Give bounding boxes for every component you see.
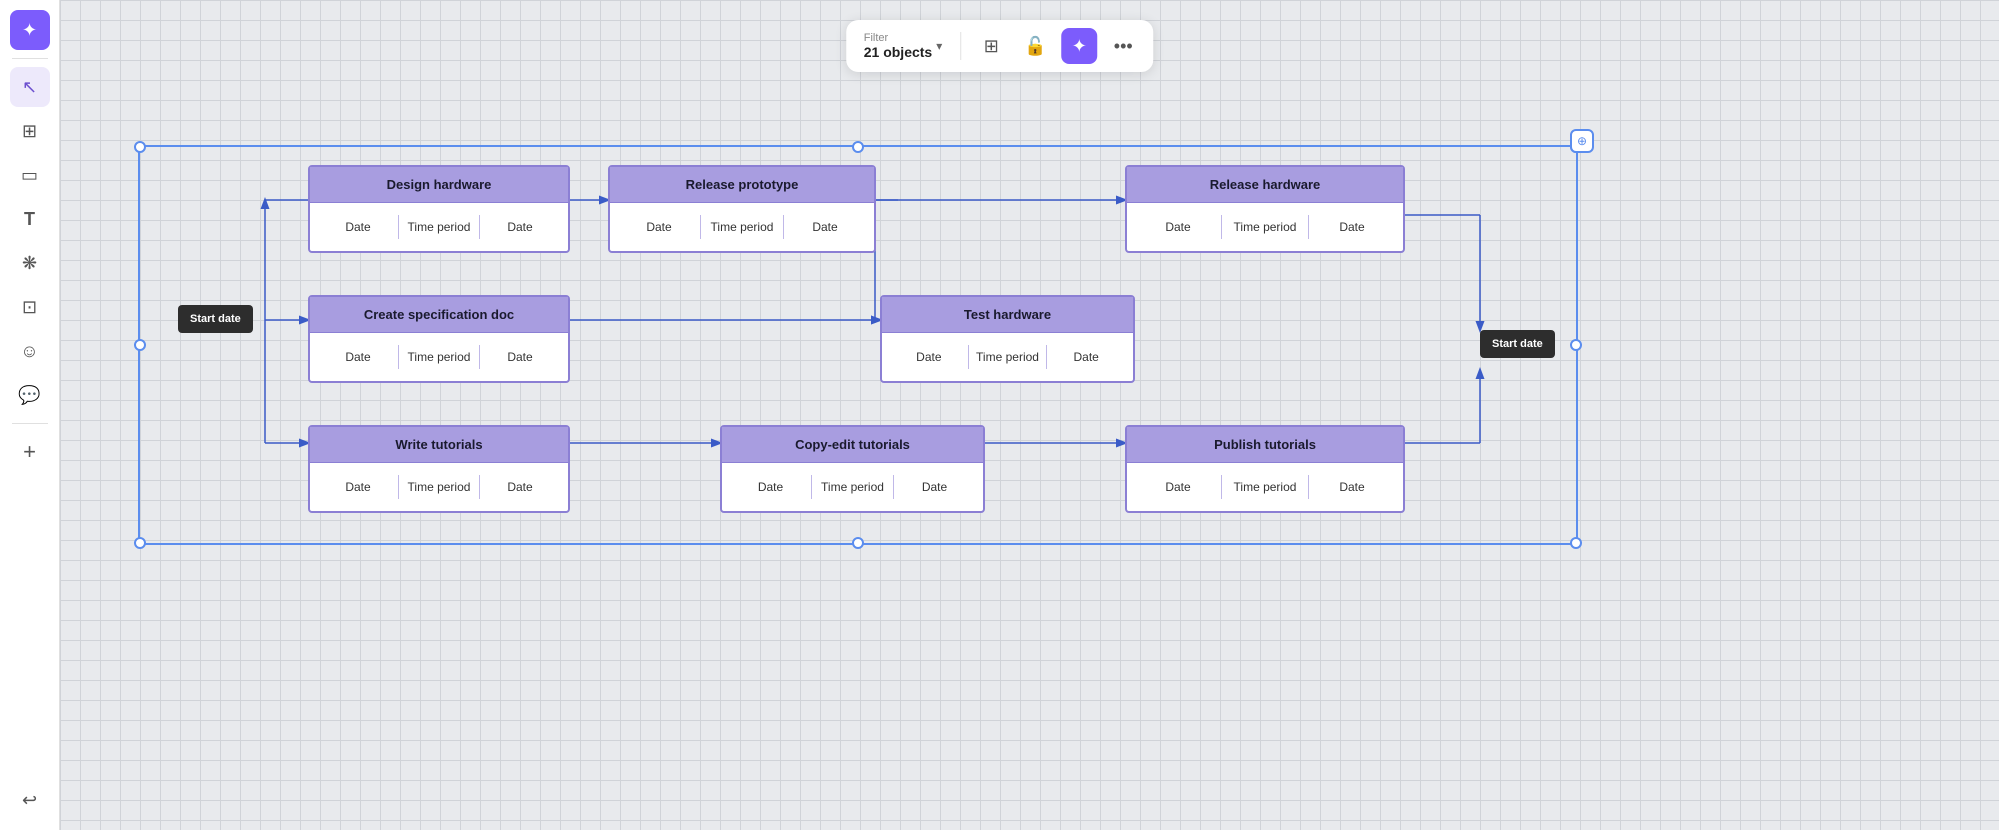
shapes-tool[interactable]: ❋: [10, 243, 50, 283]
left-toolbar: ✦ ↖ ⊞ ▭ T ❋ ⊡ ☺ 💬 + ↩: [0, 0, 60, 830]
design-hardware-period: Time period: [399, 216, 479, 238]
design-hardware-date2: Date: [480, 216, 560, 238]
release-prototype-date1: Date: [618, 216, 700, 238]
release-hardware-body: Date Time period Date: [1127, 203, 1403, 251]
test-hardware-box[interactable]: Test hardware Date Time period Date: [880, 295, 1135, 383]
release-hardware-box[interactable]: Release hardware Date Time period Date: [1125, 165, 1405, 253]
create-spec-box[interactable]: Create specification doc Date Time perio…: [308, 295, 570, 383]
write-tutorials-body: Date Time period Date: [310, 463, 568, 511]
release-prototype-body: Date Time period Date: [610, 203, 874, 251]
publish-tutorials-date1: Date: [1135, 476, 1221, 498]
test-hardware-date2: Date: [1047, 346, 1125, 368]
publish-tutorials-box[interactable]: Publish tutorials Date Time period Date: [1125, 425, 1405, 513]
release-prototype-period: Time period: [701, 216, 783, 238]
handle-br[interactable]: [1570, 537, 1582, 549]
test-hardware-body: Date Time period Date: [882, 333, 1133, 381]
grid-icon-btn[interactable]: ⊞: [973, 28, 1009, 64]
handle-bl[interactable]: [134, 537, 146, 549]
sparkle-icon-btn[interactable]: ✦: [1061, 28, 1097, 64]
filter-count: 21 objects: [864, 44, 932, 60]
write-tutorials-box[interactable]: Write tutorials Date Time period Date: [308, 425, 570, 513]
emoji-tool[interactable]: ☺: [10, 331, 50, 371]
publish-tutorials-title: Publish tutorials: [1127, 427, 1403, 463]
release-hardware-date1: Date: [1135, 216, 1221, 238]
copy-edit-date2: Date: [894, 476, 975, 498]
more-icon-btn[interactable]: •••: [1105, 28, 1141, 64]
test-hardware-date1: Date: [890, 346, 968, 368]
create-spec-date2: Date: [480, 346, 560, 368]
copy-edit-period: Time period: [812, 476, 893, 498]
frame-tool[interactable]: ⊡: [10, 287, 50, 327]
filter-button[interactable]: Filter 21 objects ▾: [858, 31, 949, 62]
start-date-right: Start date: [1480, 330, 1555, 358]
test-hardware-period: Time period: [969, 346, 1047, 368]
release-hardware-date2: Date: [1309, 216, 1395, 238]
write-tutorials-title: Write tutorials: [310, 427, 568, 463]
write-tutorials-date2: Date: [480, 476, 560, 498]
write-tutorials-date1: Date: [318, 476, 398, 498]
create-spec-date1: Date: [318, 346, 398, 368]
create-spec-period: Time period: [399, 346, 479, 368]
filter-label: Filter: [864, 33, 932, 44]
handle-bm[interactable]: [852, 537, 864, 549]
copy-edit-box[interactable]: Copy-edit tutorials Date Time period Dat…: [720, 425, 985, 513]
test-hardware-title: Test hardware: [882, 297, 1133, 333]
text-tool[interactable]: T: [10, 199, 50, 239]
canvas: ⊕: [60, 0, 1999, 830]
add-button[interactable]: +: [10, 432, 50, 472]
design-hardware-body: Date Time period Date: [310, 203, 568, 251]
handle-mr[interactable]: [1570, 339, 1582, 351]
copy-edit-body: Date Time period Date: [722, 463, 983, 511]
lock-icon-btn[interactable]: 🔓: [1017, 28, 1053, 64]
publish-tutorials-date2: Date: [1309, 476, 1395, 498]
release-prototype-date2: Date: [784, 216, 866, 238]
create-spec-title: Create specification doc: [310, 297, 568, 333]
start-date-left: Start date: [178, 305, 253, 333]
comment-tool[interactable]: 💬: [10, 375, 50, 415]
publish-tutorials-body: Date Time period Date: [1127, 463, 1403, 511]
filter-chevron-icon: ▾: [936, 39, 942, 53]
copy-edit-date1: Date: [730, 476, 811, 498]
divider: [960, 32, 961, 60]
filter-bar: Filter 21 objects ▾ ⊞ 🔓 ✦ •••: [846, 20, 1154, 72]
select-tool[interactable]: ↖: [10, 67, 50, 107]
note-tool[interactable]: ▭: [10, 155, 50, 195]
publish-tutorials-period: Time period: [1222, 476, 1308, 498]
undo-button[interactable]: ↩: [10, 780, 50, 820]
ai-button[interactable]: ✦: [10, 10, 50, 50]
design-hardware-box[interactable]: Design hardware Date Time period Date: [308, 165, 570, 253]
write-tutorials-period: Time period: [399, 476, 479, 498]
release-hardware-period: Time period: [1222, 216, 1308, 238]
table-tool[interactable]: ⊞: [10, 111, 50, 151]
expand-button[interactable]: ⊕: [1570, 129, 1594, 153]
design-hardware-title: Design hardware: [310, 167, 568, 203]
copy-edit-title: Copy-edit tutorials: [722, 427, 983, 463]
handle-tm[interactable]: [852, 141, 864, 153]
handle-ml[interactable]: [134, 339, 146, 351]
release-prototype-title: Release prototype: [610, 167, 874, 203]
release-hardware-title: Release hardware: [1127, 167, 1403, 203]
release-prototype-box[interactable]: Release prototype Date Time period Date: [608, 165, 876, 253]
handle-tl[interactable]: [134, 141, 146, 153]
design-hardware-date1: Date: [318, 216, 398, 238]
create-spec-body: Date Time period Date: [310, 333, 568, 381]
